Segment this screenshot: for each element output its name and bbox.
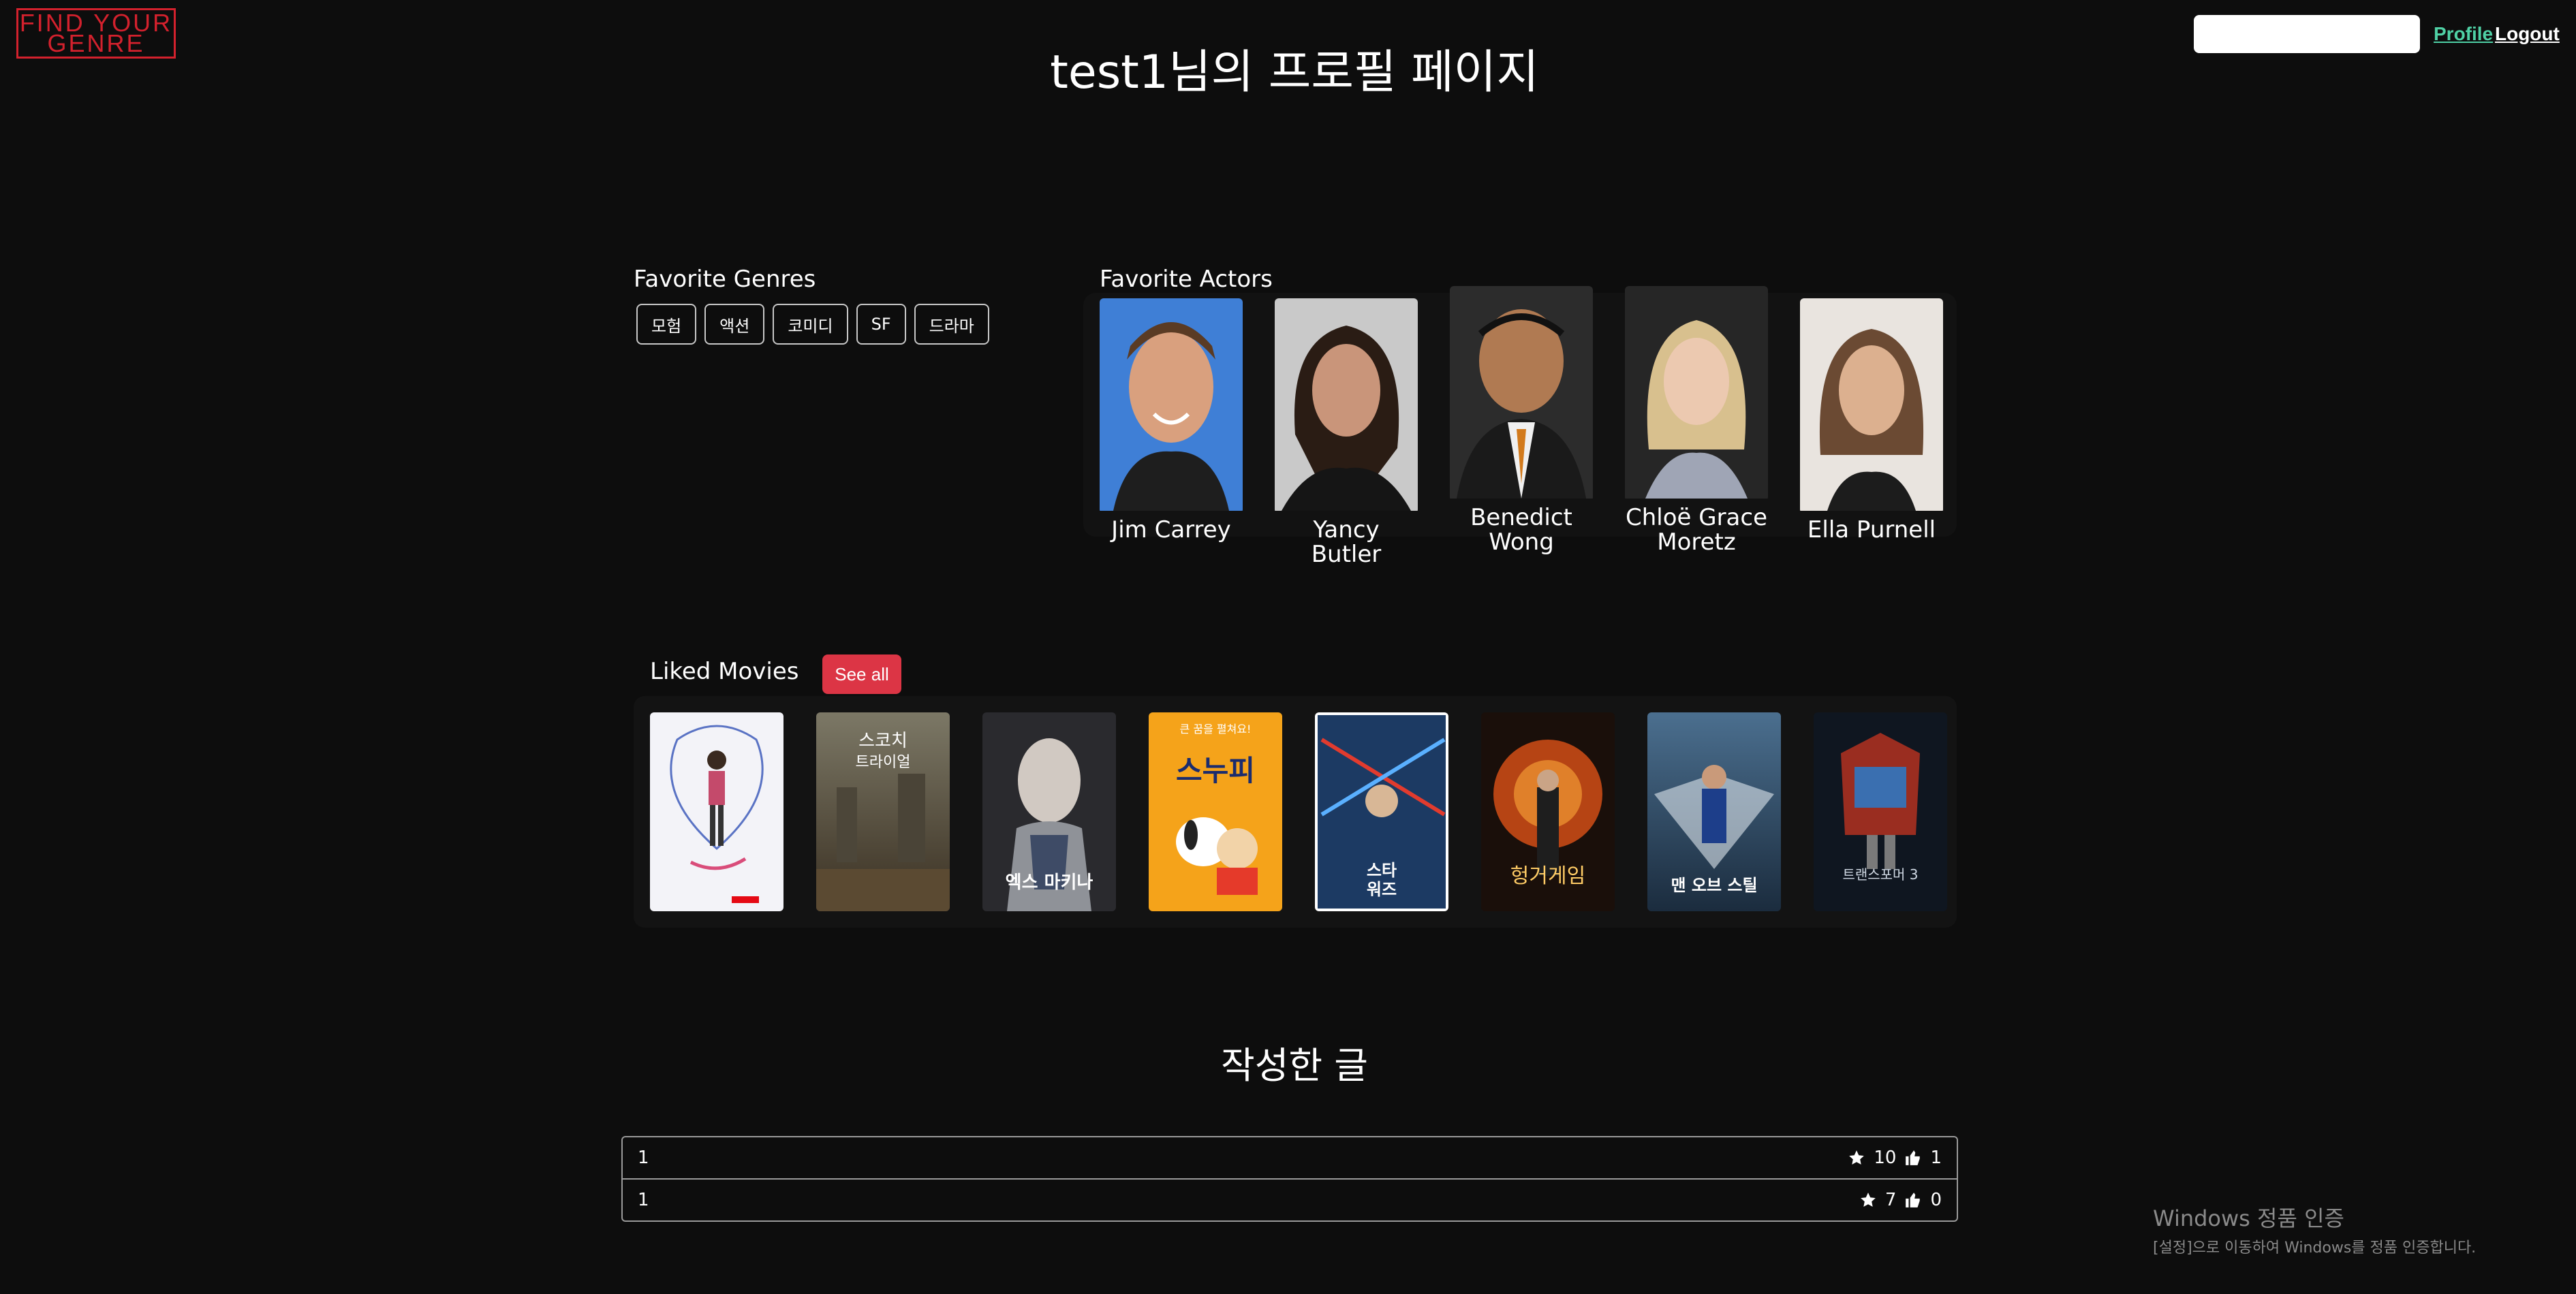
favorite-genres-title: Favorite Genres (634, 266, 816, 293)
actor-card[interactable]: Chloë Grace Moretz (1625, 286, 1768, 554)
svg-text:트랜스포머 3: 트랜스포머 3 (1842, 866, 1918, 883)
actor-photo (1800, 298, 1943, 514)
thumbs-up-icon[interactable] (1904, 1191, 1922, 1209)
page-title: test1님의 프로필 페이지 (1050, 46, 1539, 99)
post-rating: 10 (1874, 1148, 1897, 1168)
liked-movies-title: Liked Movies (650, 658, 799, 685)
svg-text:스코치: 스코치 (858, 731, 907, 751)
post-title: 1 (638, 1148, 649, 1168)
svg-text:헝거게임: 헝거게임 (1510, 864, 1585, 888)
actor-name: Jim Carrey (1111, 516, 1231, 543)
svg-text:스누피: 스누피 (1176, 754, 1255, 787)
post-row[interactable]: 1 7 0 (623, 1180, 1957, 1220)
genre-chip[interactable]: 드라마 (914, 304, 989, 345)
actor-card[interactable]: Jim Carrey (1100, 298, 1243, 542)
watermark-line1: Windows 정품 인증 (2153, 1205, 2344, 1231)
post-title: 1 (638, 1190, 649, 1210)
movie-poster[interactable] (650, 712, 783, 911)
actor-name: Ella Purnell (1807, 516, 1936, 543)
actor-name: Yancy Butler (1311, 516, 1382, 568)
post-rating: 7 (1884, 1190, 1897, 1210)
actor-card[interactable]: Ella Purnell (1800, 298, 1943, 542)
movie-poster[interactable]: 스타 워즈 (1315, 712, 1448, 911)
genre-chip[interactable]: SF (856, 304, 906, 345)
actor-card[interactable]: Yancy Butler (1275, 298, 1418, 567)
liked-movies-panel: 스코치 트라이얼 엑스 마키나 큰 꿈을 펼쳐요! 스누피 스타 워즈 헝거게임… (634, 696, 1957, 928)
written-posts-title: 작성한 글 (1221, 1044, 1368, 1087)
star-icon (1849, 1150, 1865, 1165)
watermark-line2: [설정]으로 이동하여 Windows를 정품 인증합니다. (2153, 1240, 2477, 1257)
svg-text:엑스 마키나: 엑스 마키나 (1006, 872, 1093, 893)
svg-text:워즈: 워즈 (1367, 880, 1397, 899)
actor-photo (1275, 298, 1418, 514)
movie-poster[interactable]: 스코치 트라이얼 (816, 712, 950, 911)
movie-poster[interactable]: 트랜스포머 3 (1814, 712, 1947, 911)
post-stats: 10 1 (1848, 1148, 1942, 1168)
star-icon (1861, 1193, 1876, 1207)
svg-text:스타: 스타 (1367, 861, 1397, 880)
actor-photo (1100, 298, 1243, 514)
thumbs-up-icon[interactable] (1904, 1149, 1922, 1167)
actor-photo (1450, 286, 1593, 501)
genre-chip[interactable]: 코미디 (773, 304, 848, 345)
actor-card[interactable]: Benedict Wong (1450, 286, 1593, 554)
movie-poster[interactable]: 헝거게임 (1481, 712, 1615, 911)
movie-poster[interactable]: 큰 꿈을 펼쳐요! 스누피 (1149, 712, 1282, 911)
actor-photo (1625, 286, 1768, 501)
genre-list: 모험 액션 코미디 SF 드라마 (636, 304, 989, 345)
posts-table: 1 10 1 1 7 0 (621, 1136, 1958, 1222)
post-likes: 1 (1930, 1148, 1942, 1168)
movie-poster[interactable]: 맨 오브 스틸 (1647, 712, 1781, 911)
post-row[interactable]: 1 10 1 (623, 1137, 1957, 1180)
svg-text:큰 꿈을 펼쳐요!: 큰 꿈을 펼쳐요! (1180, 723, 1252, 736)
actor-name: Benedict Wong (1470, 504, 1572, 556)
favorite-actors-title: Favorite Actors (1100, 266, 1273, 293)
post-likes: 0 (1930, 1190, 1942, 1210)
genre-chip[interactable]: 액션 (704, 304, 765, 345)
post-stats: 7 0 (1859, 1190, 1942, 1210)
movie-poster[interactable]: 엑스 마키나 (982, 712, 1116, 911)
svg-text:트라이얼: 트라이얼 (856, 754, 911, 771)
svg-text:맨 오브 스틸: 맨 오브 스틸 (1671, 876, 1757, 895)
actor-name: Chloë Grace Moretz (1625, 504, 1768, 556)
see-all-button[interactable]: See all (822, 654, 901, 694)
genre-chip[interactable]: 모험 (636, 304, 697, 345)
windows-activation-watermark: Windows 정품 인증 [설정]으로 이동하여 Windows를 정품 인증… (2153, 1201, 2476, 1257)
